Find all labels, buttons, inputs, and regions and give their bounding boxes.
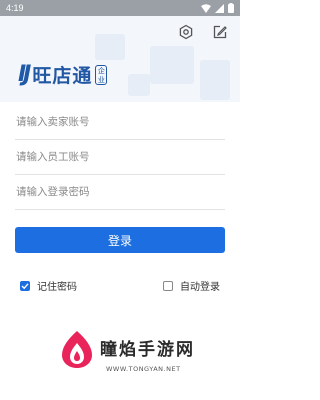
logo-text: 旺店通 bbox=[32, 65, 93, 87]
watermark: 瞳焰手游网 WWW.TONGYAN.NET bbox=[60, 325, 240, 395]
background-decoration bbox=[150, 46, 194, 84]
logo-mark: IJ bbox=[18, 62, 31, 87]
signal-icon bbox=[215, 3, 224, 13]
watermark-url: WWW.TONGYAN.NET bbox=[106, 365, 181, 373]
header-banner: IJ 旺店通 企业 bbox=[0, 16, 240, 102]
battery-icon bbox=[228, 3, 234, 13]
background-decoration bbox=[95, 34, 125, 60]
gear-icon[interactable] bbox=[178, 24, 194, 40]
logo-badge: 企业 bbox=[95, 64, 108, 85]
watermark-name: 瞳焰手游网 bbox=[100, 340, 195, 360]
auto-login-label: 自动登录 bbox=[180, 282, 220, 293]
edit-icon[interactable] bbox=[212, 24, 228, 40]
login-button[interactable]: 登录 bbox=[15, 227, 225, 253]
remember-password-checkbox[interactable] bbox=[20, 280, 30, 291]
remember-password-label: 记住密码 bbox=[37, 282, 77, 293]
wifi-icon bbox=[201, 3, 211, 13]
seller-account-input[interactable] bbox=[15, 104, 227, 139]
checkmark-icon bbox=[21, 282, 29, 289]
background-decoration bbox=[200, 60, 230, 100]
status-bar: 4:19 bbox=[0, 0, 240, 16]
employee-account-field bbox=[15, 139, 227, 175]
background-decoration bbox=[128, 74, 150, 96]
status-time: 4:19 bbox=[6, 3, 24, 13]
seller-account-field bbox=[15, 104, 227, 140]
app-logo: IJ 旺店通 企业 bbox=[18, 61, 108, 88]
flame-logo-icon bbox=[62, 331, 92, 368]
employee-account-input[interactable] bbox=[15, 139, 227, 174]
remember-password-option[interactable]: 记住密码 bbox=[20, 278, 77, 293]
auto-login-option[interactable]: 自动登录 bbox=[163, 278, 220, 293]
password-input[interactable] bbox=[15, 174, 227, 209]
auto-login-checkbox[interactable] bbox=[163, 280, 173, 291]
password-field bbox=[15, 174, 227, 210]
status-icons bbox=[201, 3, 234, 13]
